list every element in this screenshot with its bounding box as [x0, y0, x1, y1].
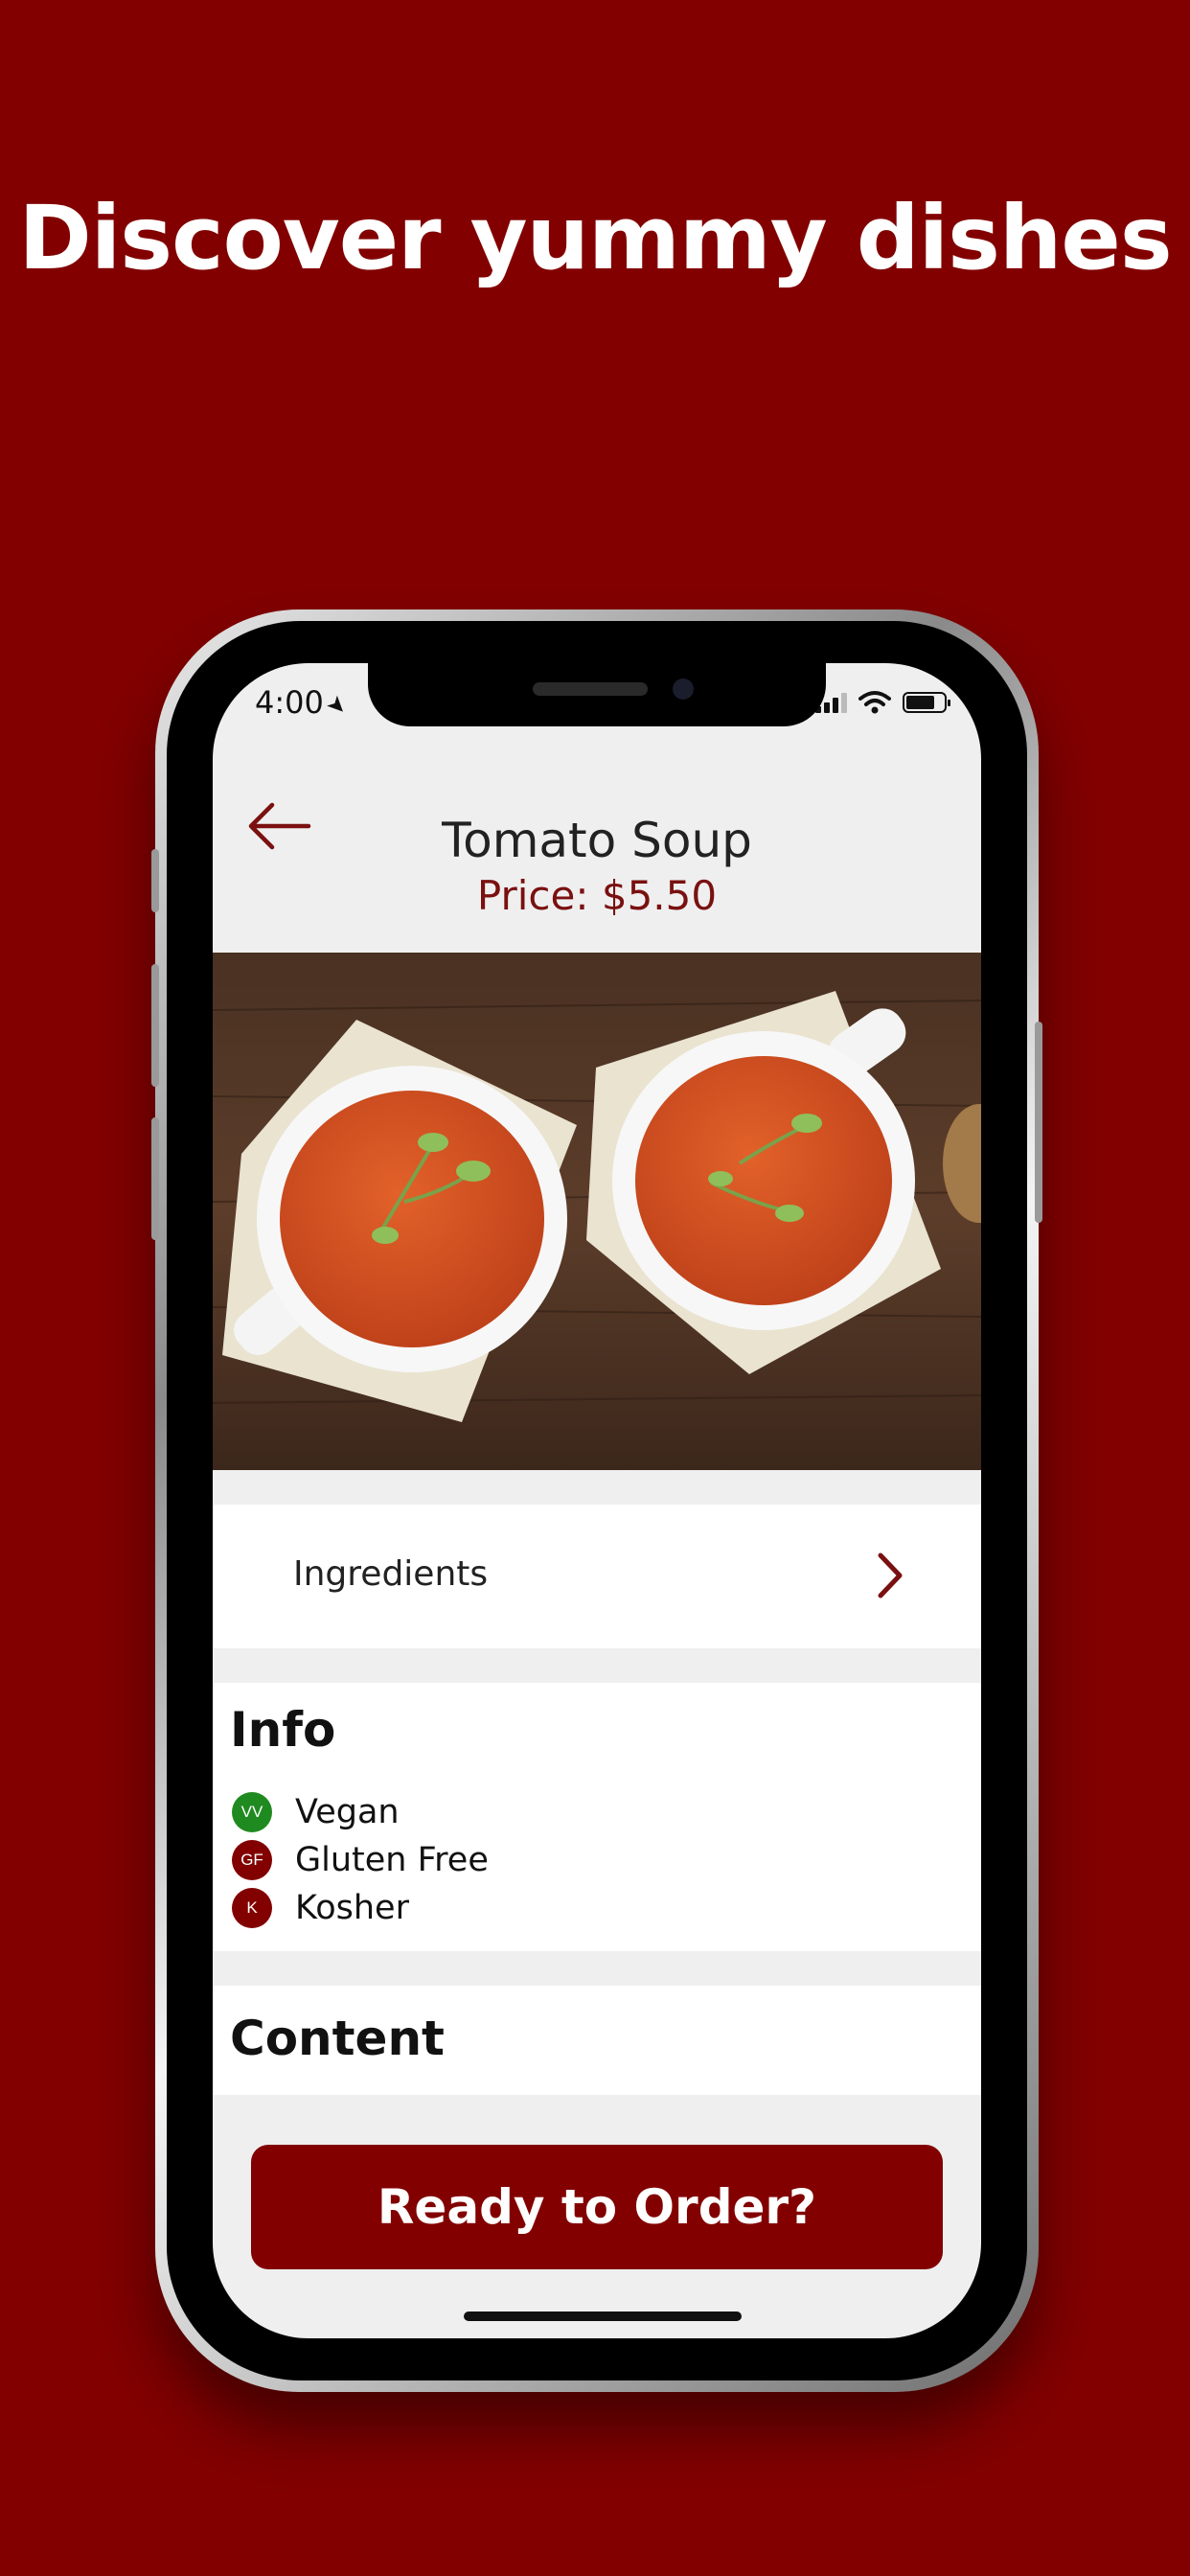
location-arrow-icon: ➤	[320, 688, 354, 723]
notch-speaker	[533, 682, 648, 696]
battery-icon	[903, 692, 950, 713]
price-label: Price: $5.50	[476, 872, 718, 919]
status-time: 4:00➤	[255, 684, 354, 722]
chevron-right-icon	[878, 1552, 903, 1598]
content-title: Content	[230, 2011, 445, 2066]
phone-power-button	[1035, 1022, 1042, 1223]
info-item-gluten-free: GF Gluten Free	[232, 1836, 489, 1884]
page-title: Tomato Soup	[442, 813, 752, 868]
info-list: VV Vegan GF Gluten Free K Kosher	[232, 1788, 489, 1932]
ingredients-row[interactable]: Ingredients	[213, 1505, 981, 1648]
status-time-text: 4:00	[255, 684, 324, 721]
ingredients-label: Ingredients	[293, 1554, 489, 1594]
info-card: Info VV Vegan GF Gluten Free K Kosher	[213, 1683, 981, 1951]
notch-camera	[673, 678, 694, 700]
wifi-icon	[858, 691, 891, 714]
phone-silent-switch	[151, 849, 159, 912]
home-indicator[interactable]	[464, 2312, 742, 2321]
phone-frame: 4:00➤ Tomato Soup Price: $5.50 Ingredien…	[151, 610, 1042, 2392]
kosher-badge-icon: K	[232, 1888, 272, 1928]
app-screen: 4:00➤ Tomato Soup Price: $5.50 Ingredien…	[213, 663, 981, 2338]
vegan-badge-icon: VV	[232, 1792, 272, 1832]
info-item-vegan: VV Vegan	[232, 1788, 489, 1836]
info-item-label: Kosher	[295, 1889, 409, 1927]
phone-notch	[368, 663, 826, 726]
info-title: Info	[230, 1702, 336, 1758]
dish-photo	[213, 953, 981, 1470]
nav-bar: Tomato Soup	[213, 778, 981, 884]
phone-volume-up	[151, 964, 159, 1087]
info-item-kosher: K Kosher	[232, 1884, 489, 1932]
status-icons	[815, 690, 950, 715]
content-card: Content	[213, 1986, 981, 2095]
gluten-free-badge-icon: GF	[232, 1840, 272, 1880]
promo-headline: Discover yummy dishes	[18, 187, 1172, 289]
phone-volume-down	[151, 1117, 159, 1240]
ready-to-order-button[interactable]: Ready to Order?	[251, 2145, 943, 2269]
info-item-label: Gluten Free	[295, 1841, 489, 1879]
info-item-label: Vegan	[295, 1793, 400, 1831]
